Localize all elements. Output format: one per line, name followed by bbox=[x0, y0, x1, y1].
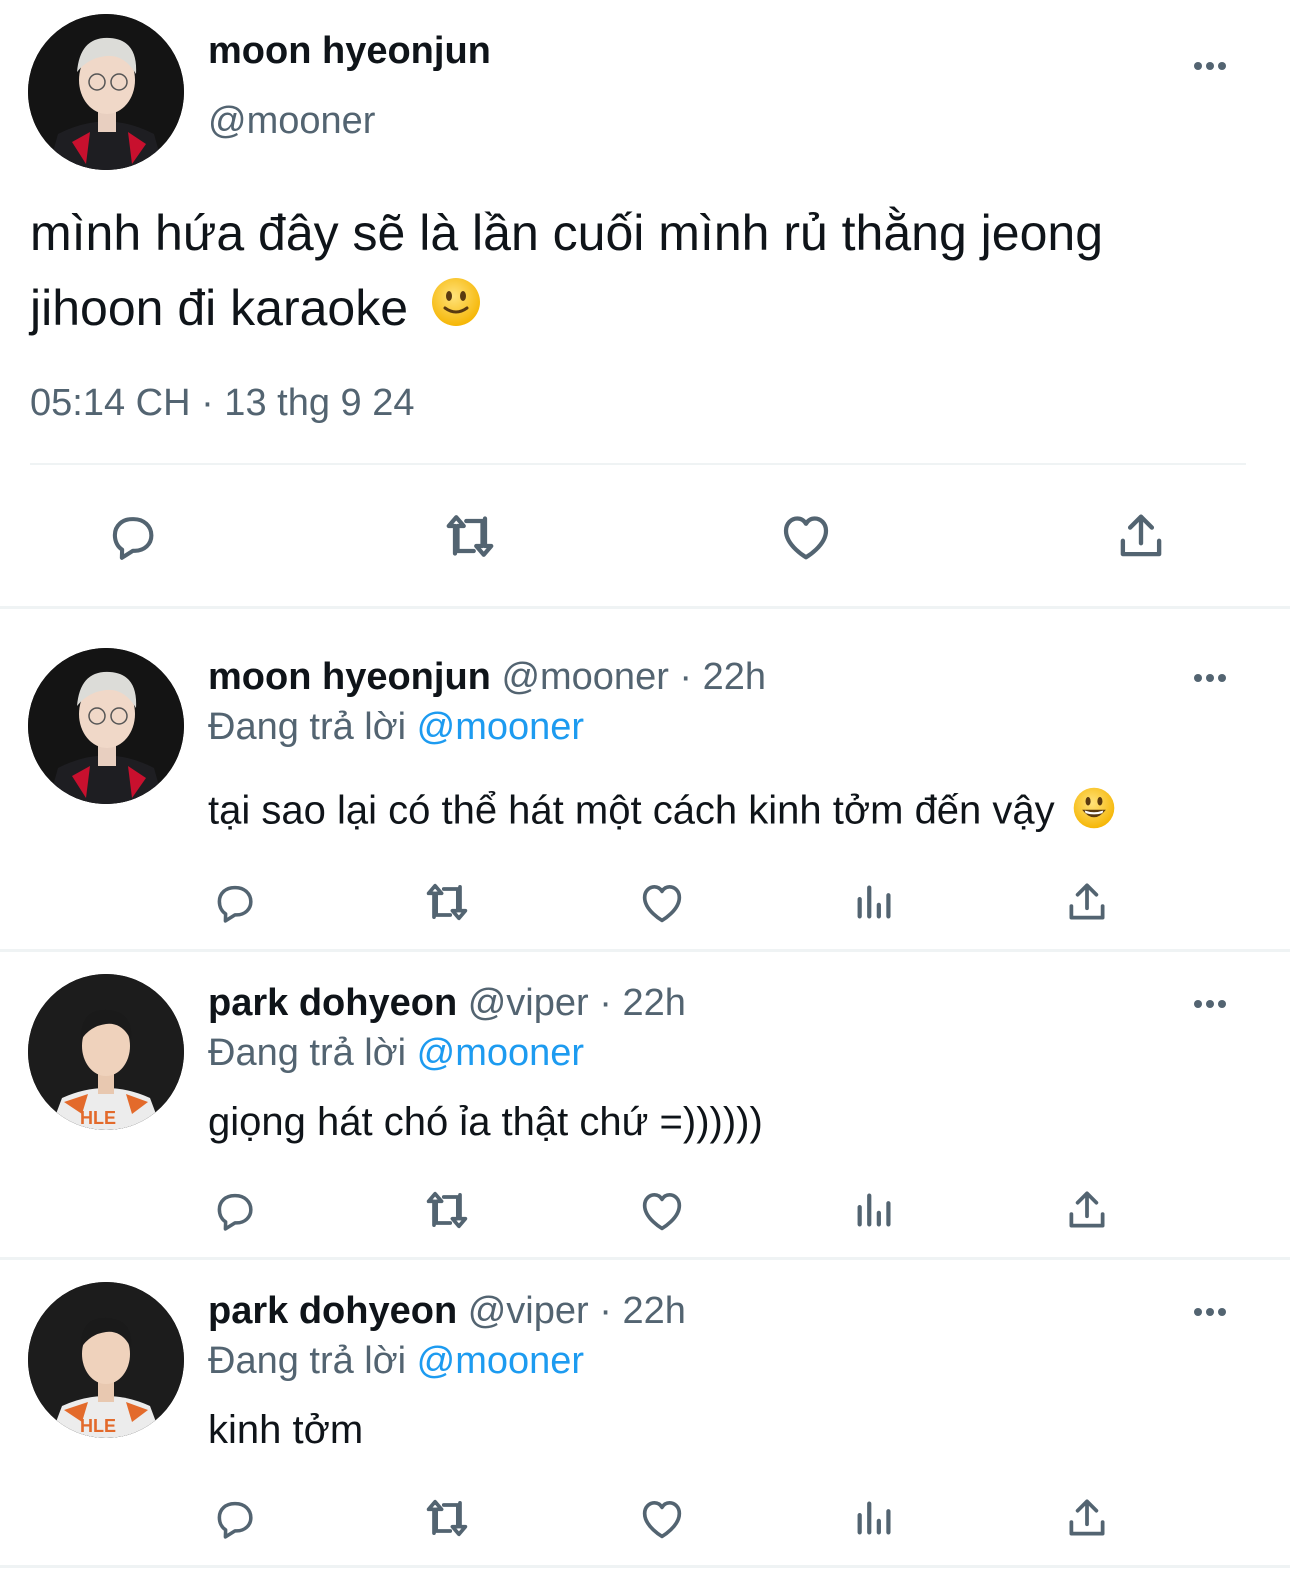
share-icon[interactable] bbox=[1062, 1184, 1112, 1236]
replying-to-handle[interactable]: @mooner bbox=[417, 1340, 584, 1382]
dot-separator: · bbox=[599, 1290, 612, 1332]
views-icon[interactable] bbox=[852, 1494, 898, 1540]
reply-text: giọng hát chó ỉa thật chứ =)))))) bbox=[208, 1100, 763, 1144]
views-icon[interactable] bbox=[852, 878, 898, 924]
like-icon[interactable] bbox=[636, 1492, 688, 1544]
share-icon[interactable] bbox=[1112, 506, 1170, 566]
retweet-icon[interactable] bbox=[420, 1492, 474, 1544]
replying-prefix: Đang trả lời bbox=[208, 706, 407, 748]
more-options-icon[interactable] bbox=[1194, 996, 1234, 1010]
dot-separator: · bbox=[599, 982, 612, 1024]
like-icon[interactable] bbox=[636, 876, 688, 928]
author-handle[interactable]: @viper bbox=[468, 1290, 589, 1332]
like-icon[interactable] bbox=[636, 1184, 688, 1236]
reply-divider bbox=[0, 1565, 1290, 1568]
tweet-text-line-1: mình hứa đây sẽ là lần cuối mình rủ thằn… bbox=[30, 205, 1104, 261]
reply-text-content: tại sao lại có thể hát một cách kinh tởm… bbox=[208, 788, 1055, 833]
retweet-icon[interactable] bbox=[438, 506, 502, 566]
reply-icon[interactable] bbox=[210, 1494, 260, 1544]
replying-prefix: Đang trả lời bbox=[208, 1340, 407, 1382]
retweet-icon[interactable] bbox=[420, 876, 474, 928]
reply-header: park dohyeon @viper · 22h bbox=[208, 1290, 686, 1333]
reply-icon[interactable] bbox=[104, 508, 162, 566]
author-handle[interactable]: @mooner bbox=[208, 100, 375, 143]
slightly-smiling-face-emoji bbox=[430, 274, 482, 349]
tweet-text: mình hứa đây sẽ là lần cuối mình rủ thằn… bbox=[30, 196, 1270, 349]
reply-time[interactable]: 22h bbox=[622, 1290, 685, 1332]
reply-text: kinh tởm bbox=[208, 1408, 364, 1452]
reply-divider bbox=[0, 949, 1290, 952]
share-icon[interactable] bbox=[1062, 876, 1112, 928]
dot-separator: · bbox=[679, 656, 693, 698]
svg-text:HLE: HLE bbox=[80, 1416, 116, 1436]
author-name[interactable]: park dohyeon bbox=[208, 982, 457, 1024]
timestamp-divider bbox=[30, 463, 1246, 465]
avatar-park-dohyeon[interactable]: HLE bbox=[28, 1282, 184, 1438]
like-icon[interactable] bbox=[776, 506, 836, 566]
replying-to: Đang trả lời @mooner bbox=[208, 1032, 584, 1075]
replying-to-handle[interactable]: @mooner bbox=[417, 706, 584, 748]
views-icon[interactable] bbox=[852, 1186, 898, 1232]
more-options-icon[interactable] bbox=[1194, 670, 1234, 684]
svg-text:HLE: HLE bbox=[80, 1108, 116, 1128]
avatar-moon-hyeonjun[interactable] bbox=[28, 14, 184, 170]
reply-text: tại sao lại có thể hát một cách kinh tởm… bbox=[208, 786, 1116, 840]
share-icon[interactable] bbox=[1062, 1492, 1112, 1544]
tweet-timestamp[interactable]: 05:14 CH · 13 thg 9 24 bbox=[30, 382, 414, 425]
reply-time[interactable]: 22h bbox=[622, 982, 685, 1024]
author-handle[interactable]: @viper bbox=[468, 982, 589, 1024]
replying-prefix: Đang trả lời bbox=[208, 1032, 407, 1074]
reply-time[interactable]: 22h bbox=[703, 656, 766, 698]
replying-to: Đang trả lời @mooner bbox=[208, 706, 584, 749]
section-divider bbox=[0, 606, 1290, 609]
author-handle[interactable]: @mooner bbox=[501, 656, 668, 698]
reply-icon[interactable] bbox=[210, 878, 260, 928]
grinning-face-emoji bbox=[1072, 786, 1116, 840]
more-options-icon[interactable] bbox=[1194, 58, 1234, 72]
reply-header: park dohyeon @viper · 22h bbox=[208, 982, 686, 1025]
tweet-text-line-2: jihoon đi karaoke bbox=[30, 271, 1270, 349]
author-name[interactable]: moon hyeonjun bbox=[208, 30, 491, 73]
reply-icon[interactable] bbox=[210, 1186, 260, 1236]
replying-to-handle[interactable]: @mooner bbox=[417, 1032, 584, 1074]
avatar-moon-hyeonjun[interactable] bbox=[28, 648, 184, 804]
replying-to: Đang trả lời @mooner bbox=[208, 1340, 584, 1383]
author-name[interactable]: park dohyeon bbox=[208, 1290, 457, 1332]
more-options-icon[interactable] bbox=[1194, 1304, 1234, 1318]
reply-divider bbox=[0, 1257, 1290, 1260]
avatar-park-dohyeon[interactable]: HLE bbox=[28, 974, 184, 1130]
retweet-icon[interactable] bbox=[420, 1184, 474, 1236]
author-name[interactable]: moon hyeonjun bbox=[208, 656, 491, 698]
tweet-text-line-2-text: jihoon đi karaoke bbox=[30, 280, 409, 336]
reply-header: moon hyeonjun @mooner · 22h bbox=[208, 656, 766, 699]
